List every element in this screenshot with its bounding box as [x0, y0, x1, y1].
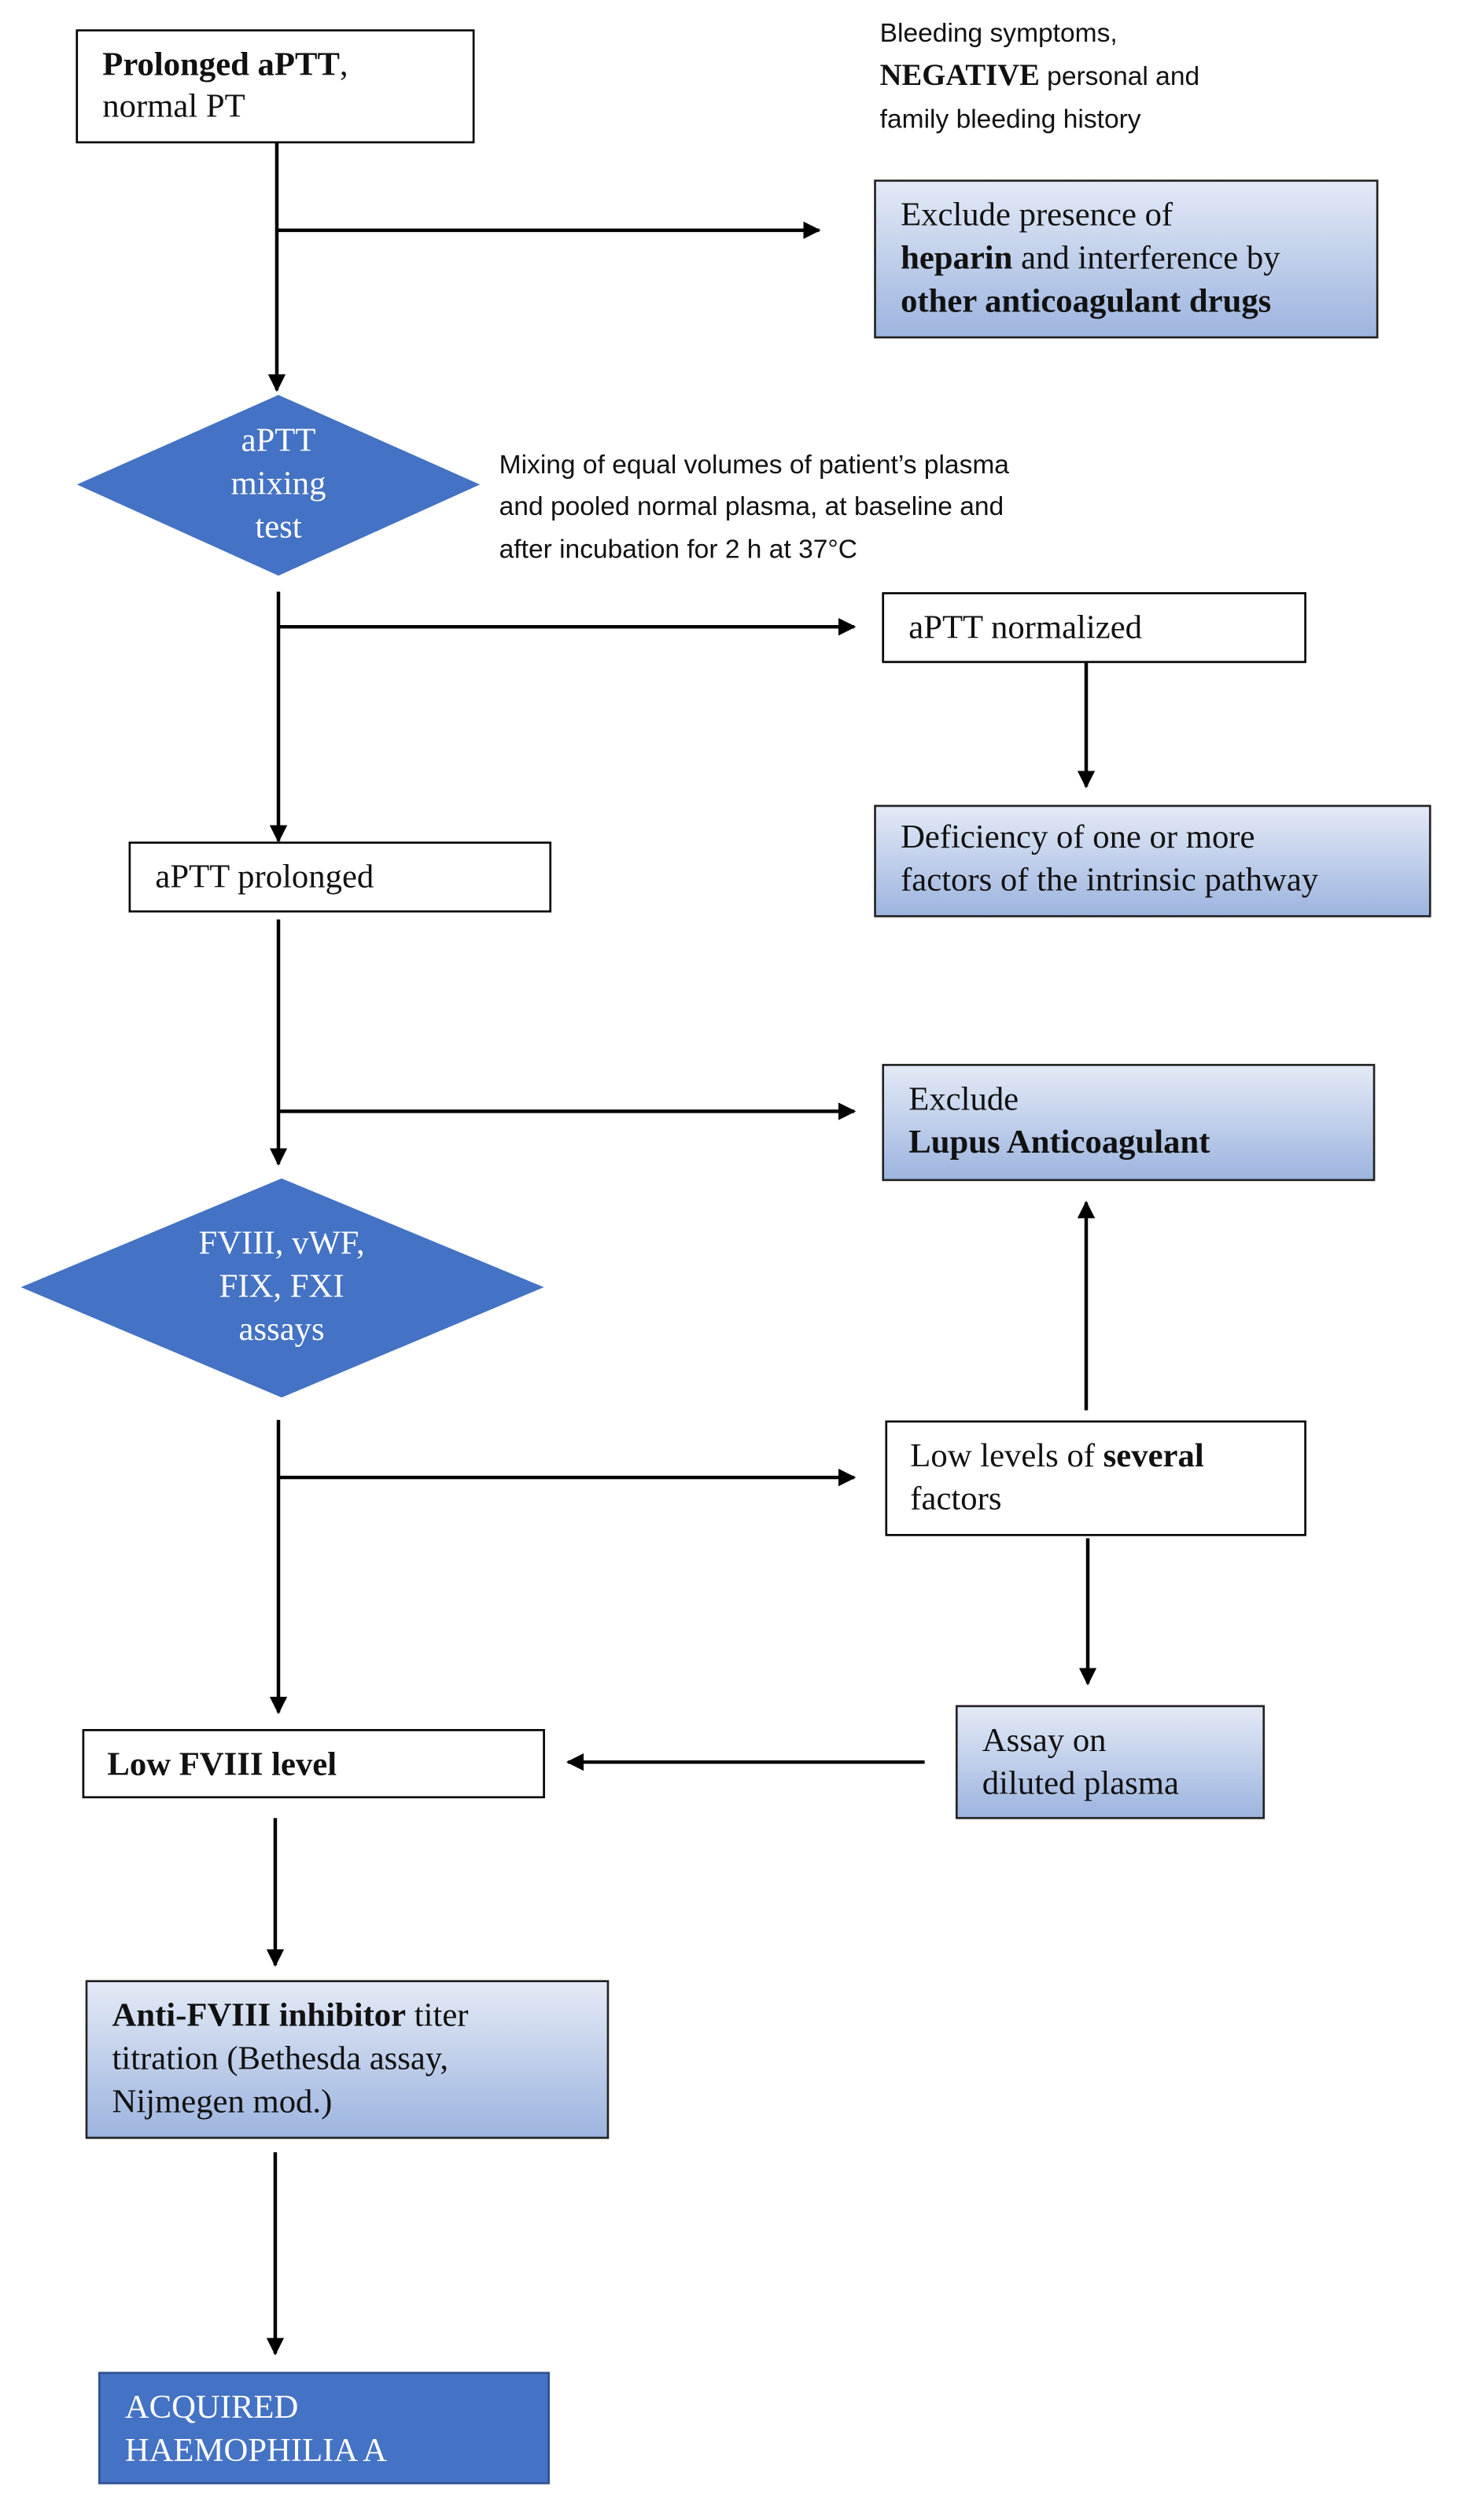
- mixing-line2: mixing: [231, 465, 326, 502]
- start-line2: normal PT: [102, 87, 245, 124]
- flowchart: Prolonged aPTT, normal PT Bleeding sympt…: [20, 19, 1431, 2485]
- low-fviii-box: Low FVIII level: [82, 1729, 545, 1799]
- mixing-note-line2: and pooled normal plasma, at baseline an…: [499, 492, 1004, 521]
- assays-line3: assays: [239, 1311, 325, 1348]
- heparin-bold: heparin: [901, 240, 1013, 277]
- svg-text:Low levels of several: Low levels of several: [910, 1437, 1204, 1474]
- result-box: ACQUIRED HAEMOPHILIA A: [98, 2371, 551, 2485]
- inhibitor-bold: Anti-FVIII inhibitor: [112, 1997, 407, 2034]
- inhibitor-line3: Nijmegen mod.): [112, 2083, 333, 2120]
- deficiency-box: Deficiency of one or more factors of the…: [874, 804, 1431, 918]
- deficiency-line2: factors of the intrinsic pathway: [901, 862, 1319, 899]
- inhibitor-line1-rest: titer: [406, 1997, 468, 2034]
- aptt-prolonged-text: aPTT prolonged: [155, 859, 374, 896]
- low-several-line1: Low levels of: [910, 1437, 1103, 1474]
- result-line2: HAEMOPHILIA A: [125, 2432, 387, 2469]
- mixing-note: Mixing of equal volumes of patient’s pla…: [499, 451, 1010, 565]
- note-line3: family bleeding history: [880, 105, 1141, 134]
- assays-diamond: FVIII, vWF, FIX, FXI assays: [20, 1178, 544, 1398]
- mixing-line1: aPTT: [241, 421, 316, 458]
- svg-text:Prolonged aPTT,: Prolonged aPTT,: [102, 46, 348, 83]
- low-fviii-text: Low FVIII level: [107, 1746, 337, 1782]
- start-bold-text: Prolonged aPTT: [102, 46, 340, 83]
- inhibitor-box: Anti-FVIII inhibitor titer titration (Be…: [85, 1980, 610, 2139]
- aptt-prolonged-box: aPTT prolonged: [128, 841, 552, 913]
- svg-text:heparin and interference by: heparin and interference by: [901, 240, 1280, 277]
- exclude-heparin-box: Exclude presence of heparin and interfer…: [874, 179, 1379, 339]
- deficiency-line1: Deficiency of one or more: [901, 819, 1255, 855]
- mixing-note-line3: after incubation for 2 h at 37°C: [499, 535, 857, 565]
- low-several-line2: factors: [910, 1481, 1001, 1518]
- note-line1: Bleeding symptoms,: [880, 19, 1118, 48]
- low-several-box: Low levels of several factors: [885, 1420, 1306, 1536]
- start-box: Prolonged aPTT, normal PT: [76, 29, 475, 144]
- mixing-note-line1: Mixing of equal volumes of patient’s pla…: [499, 451, 1010, 480]
- heparin-line2-rest: and interference by: [1012, 240, 1280, 277]
- assays-line1: FVIII, vWF,: [198, 1224, 364, 1261]
- low-several-bold: several: [1103, 1437, 1204, 1474]
- aptt-normalized-box: aPTT normalized: [882, 592, 1306, 664]
- exclude-lupus-box: Exclude Lupus Anticoagulant: [882, 1064, 1376, 1182]
- lupus-line2: Lupus Anticoagulant: [908, 1124, 1210, 1161]
- svg-text:NEGATIVE personal and: NEGATIVE personal and: [880, 59, 1199, 92]
- start-rest-text: ,: [340, 46, 348, 83]
- diluted-plasma-box: Assay on diluted plasma: [955, 1705, 1266, 1819]
- result-line1: ACQUIRED: [125, 2389, 299, 2426]
- mixing-line3: test: [255, 508, 301, 545]
- diluted-line2: diluted plasma: [982, 1765, 1179, 1802]
- heparin-line1: Exclude presence of: [901, 197, 1173, 234]
- mixing-test-diamond: aPTT mixing test: [76, 395, 481, 576]
- note-negative: NEGATIVE: [880, 59, 1040, 92]
- heparin-line3: other anticoagulant drugs: [901, 283, 1271, 320]
- diluted-line1: Assay on: [982, 1722, 1107, 1759]
- lupus-line1: Exclude: [908, 1080, 1019, 1117]
- svg-text:Anti-FVIII inhibitor titer: Anti-FVIII inhibitor titer: [112, 1997, 469, 2034]
- note-line2-rest: personal and: [1040, 62, 1199, 91]
- assays-line2: FIX, FXI: [219, 1267, 344, 1304]
- inhibitor-line2: titration (Bethesda assay,: [112, 2040, 449, 2077]
- bleeding-note: Bleeding symptoms, NEGATIVE personal and…: [880, 19, 1199, 134]
- aptt-normalized-text: aPTT normalized: [908, 609, 1142, 646]
